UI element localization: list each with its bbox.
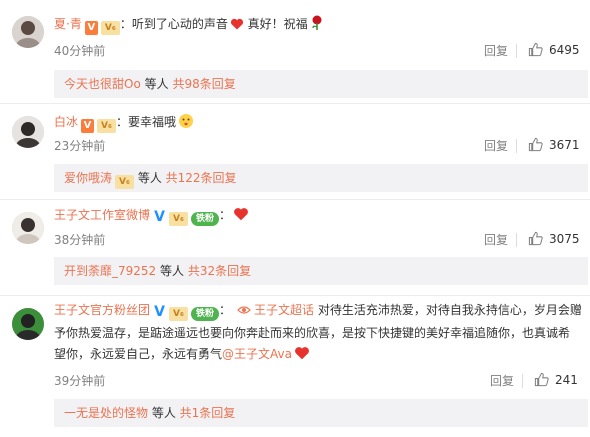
comment-text: 望你，永远爱自己，永远有勇气 bbox=[54, 347, 223, 361]
vip-badge: V₆ bbox=[97, 119, 117, 133]
reply-count[interactable]: 共32条回复 bbox=[188, 264, 251, 278]
comment-item: 王子文工作室微博 V V₆ 铁粉： 38分钟前 回复 3075 开到荼靡_79252 … bbox=[0, 200, 590, 296]
verified-badge: V bbox=[84, 21, 98, 35]
heart-icon bbox=[294, 345, 310, 368]
reply-user[interactable]: 爱你哦涛 bbox=[64, 171, 112, 185]
super-topic-icon bbox=[237, 303, 251, 322]
reply-summary[interactable]: 一无是处的怪物 等人 共1条回复 bbox=[54, 399, 588, 427]
reply-button[interactable]: 回复 bbox=[484, 42, 508, 59]
comment-text-block: 予你热爱温存，是踮途遥远也要向你奔赴而来的欣喜，是按下快捷键的美好幸福追随你，也… bbox=[54, 323, 586, 368]
comment-text: 对待生活充沛热爱，对待自我永持信心，岁月会赠 bbox=[314, 303, 582, 317]
reply-count[interactable]: 共1条回复 bbox=[180, 406, 236, 420]
reply-mid: 等人 bbox=[148, 406, 180, 420]
reply-button[interactable]: 回复 bbox=[484, 137, 508, 154]
comment-text-line: 望你，永远爱自己，永远有勇气@王子文Ava bbox=[54, 344, 586, 368]
vip-badge: V₆ bbox=[115, 175, 135, 189]
timestamp: 38分钟前 bbox=[54, 233, 106, 247]
like-button[interactable]: 3075 bbox=[528, 231, 580, 246]
reply-user[interactable]: 一无是处的怪物 bbox=[64, 406, 148, 420]
heart-icon bbox=[230, 17, 244, 36]
colon: ： bbox=[219, 208, 232, 222]
fan-badge: 铁粉 bbox=[191, 212, 220, 226]
reply-user[interactable]: 开到荼靡_79252 bbox=[64, 264, 156, 278]
comment-text: 听到了心动的声音 bbox=[131, 17, 228, 31]
comment-line: 白冰 V V₆ ：要幸福哦 bbox=[54, 113, 194, 134]
timestamp: 23分钟前 bbox=[54, 139, 106, 153]
colon: ： bbox=[116, 115, 129, 129]
timestamp: 40分钟前 bbox=[54, 44, 106, 58]
reply-summary[interactable]: 开到荼靡_79252 等人 共32条回复 bbox=[54, 257, 588, 285]
reply-mid: 等人 bbox=[140, 77, 173, 91]
username[interactable]: 夏·青 bbox=[54, 17, 82, 31]
thumbs-up-icon bbox=[528, 231, 543, 246]
timestamp: 39分钟前 bbox=[54, 374, 106, 388]
divider bbox=[516, 139, 517, 153]
like-count: 6495 bbox=[549, 43, 580, 57]
comment-item: 王子文官方粉丝团 V V₆ 铁粉： 王子文超话 对待生活充沛热爱，对待自我永持信心，岁月… bbox=[0, 296, 590, 437]
divider bbox=[516, 44, 517, 58]
vip-badge: V₆ bbox=[100, 21, 120, 35]
comment-line: 夏·青 V V₆ ：听到了心动的声音 真好！祝福 bbox=[54, 15, 324, 36]
reply-count[interactable]: 共98条回复 bbox=[172, 77, 235, 91]
reply-mid: 等人 bbox=[134, 171, 166, 185]
kiss-face-icon bbox=[178, 113, 194, 134]
comment-item: 夏·青 V V₆ ：听到了心动的声音 真好！祝福 40分钟前 回复 6495 今天也很… bbox=[0, 0, 590, 104]
avatar[interactable] bbox=[12, 16, 44, 48]
verified-badge: V bbox=[154, 304, 165, 320]
comment-text: 要幸福哦 bbox=[128, 115, 177, 129]
reply-summary[interactable]: 今天也很甜Oo 等人 共98条回复 bbox=[54, 70, 588, 98]
reply-user[interactable]: 今天也很甜Oo bbox=[64, 77, 141, 91]
reply-button[interactable]: 回复 bbox=[490, 372, 514, 389]
avatar[interactable] bbox=[12, 212, 44, 244]
like-button[interactable]: 3671 bbox=[528, 137, 580, 152]
vip-badge: V₆ bbox=[169, 212, 189, 226]
username[interactable]: 王子文官方粉丝团 bbox=[54, 303, 150, 317]
reply-mid: 等人 bbox=[156, 264, 188, 278]
username[interactable]: 白冰 bbox=[54, 115, 78, 129]
like-button[interactable]: 241 bbox=[534, 372, 578, 387]
thumbs-up-icon bbox=[528, 137, 543, 152]
divider bbox=[522, 374, 523, 388]
colon: ： bbox=[219, 303, 232, 317]
verified-badge: V bbox=[81, 119, 95, 133]
comment-text-line: 予你热爱温存，是踮途遥远也要向你奔赴而来的欣喜，是按下快捷键的美好幸福追随你，也… bbox=[54, 326, 571, 340]
reply-count[interactable]: 共122条回复 bbox=[166, 171, 237, 185]
like-button[interactable]: 6495 bbox=[528, 42, 580, 57]
avatar[interactable] bbox=[12, 116, 44, 148]
comment-line: 王子文官方粉丝团 V V₆ 铁粉： 王子文超话 对待生活充沛热爱，对待自我永持信心，岁月… bbox=[54, 301, 582, 322]
like-count: 241 bbox=[555, 373, 578, 387]
colon: ： bbox=[119, 17, 132, 31]
avatar[interactable] bbox=[12, 308, 44, 340]
reply-button[interactable]: 回复 bbox=[484, 231, 508, 248]
mention-link[interactable]: @王子文Ava bbox=[222, 347, 292, 361]
thumbs-up-icon bbox=[534, 372, 549, 387]
like-count: 3671 bbox=[549, 138, 580, 152]
rose-icon bbox=[310, 15, 324, 36]
fan-badge: 铁粉 bbox=[191, 307, 220, 321]
topic-link[interactable]: 王子文超话 bbox=[254, 303, 314, 317]
comment-line: 王子文工作室微博 V V₆ 铁粉： bbox=[54, 206, 249, 227]
comment-text-cont: 真好！祝福 bbox=[243, 17, 308, 31]
username[interactable]: 王子文工作室微博 bbox=[54, 208, 150, 222]
like-count: 3075 bbox=[549, 232, 580, 246]
vip-badge: V₆ bbox=[169, 307, 189, 321]
heart-icon bbox=[233, 206, 249, 227]
verified-badge: V bbox=[154, 209, 165, 225]
divider bbox=[516, 233, 517, 247]
comment-item: 白冰 V V₆ ：要幸福哦 23分钟前 回复 3671 爱你哦涛 V₆ 等人 共122条… bbox=[0, 104, 590, 200]
reply-summary[interactable]: 爱你哦涛 V₆ 等人 共122条回复 bbox=[54, 164, 588, 192]
thumbs-up-icon bbox=[528, 42, 543, 57]
